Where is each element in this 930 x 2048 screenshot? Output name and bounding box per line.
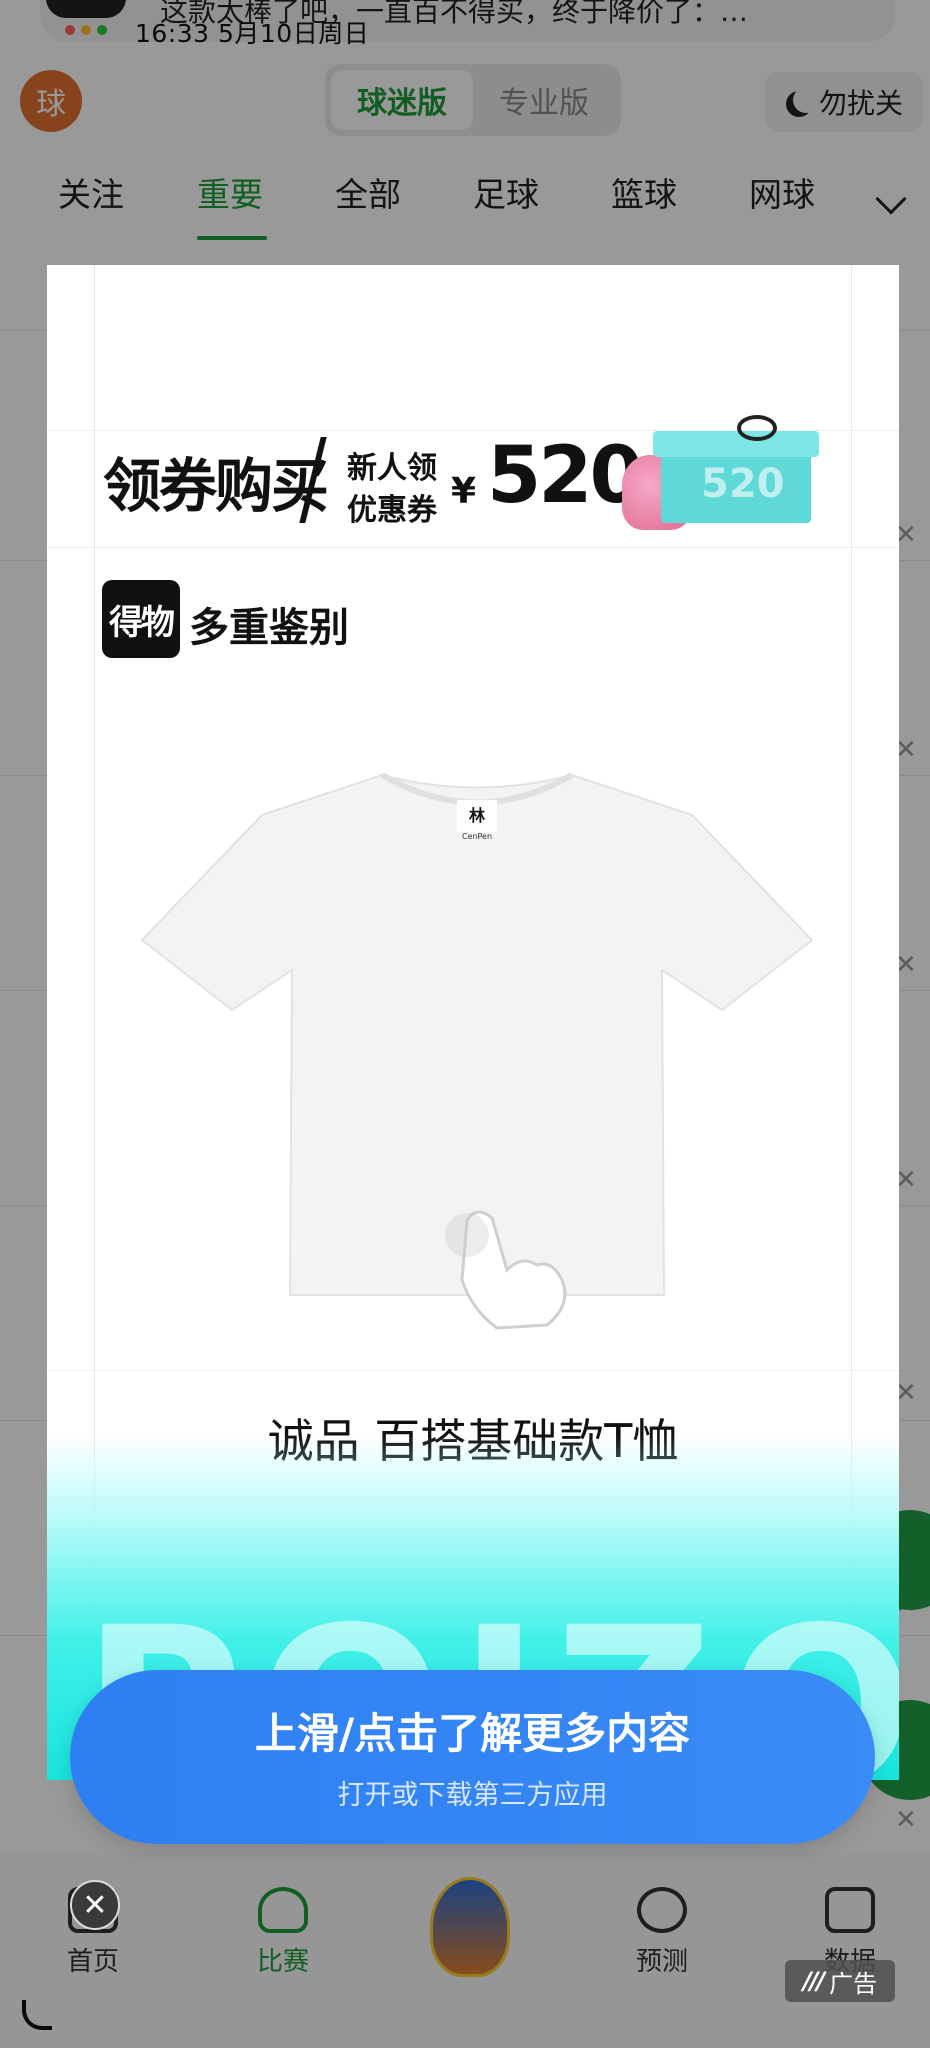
cta-main-label: 上滑/点击了解更多内容 — [254, 1709, 691, 1758]
giftbox-image: 520 — [661, 451, 811, 523]
ad-badge: /// 广告 — [785, 1960, 895, 2002]
giftbox-number: 520 — [701, 461, 785, 507]
coupon-amount: 520 — [487, 431, 644, 521]
giftbox-lid — [653, 431, 819, 457]
coupon-headline: 领券购买 — [103, 452, 329, 520]
cta-sub-label: 打开或下载第三方应用 — [337, 1780, 608, 1811]
close-ad-button[interactable]: ✕ — [70, 1880, 120, 1930]
ad-divider — [47, 1370, 899, 1371]
coupon-sub-line2: 优惠券 — [347, 493, 437, 528]
shirt-brand-text: CenPen — [462, 832, 492, 841]
coupon-currency: ¥ — [451, 471, 477, 512]
tap-hand-icon — [445, 1210, 567, 1330]
ad-card[interactable]: 领券购买 新人领 优惠券 ¥ 520 520 得物 多重鉴别 林 CenPen … — [47, 265, 899, 1780]
ad-brand-icon: /// — [802, 1967, 825, 1995]
learn-more-button[interactable]: 上滑/点击了解更多内容 打开或下载第三方应用 — [70, 1670, 875, 1844]
ribbon-icon — [737, 415, 777, 441]
dewu-logo: 得物 — [102, 580, 180, 658]
ad-badge-label: 广告 — [829, 1969, 878, 1998]
auth-text: 多重鉴别 — [189, 605, 349, 651]
shirt-tag-mark: 林 — [469, 806, 485, 825]
coupon-sub-line1: 新人领 — [347, 451, 437, 486]
ad-divider — [47, 547, 899, 548]
